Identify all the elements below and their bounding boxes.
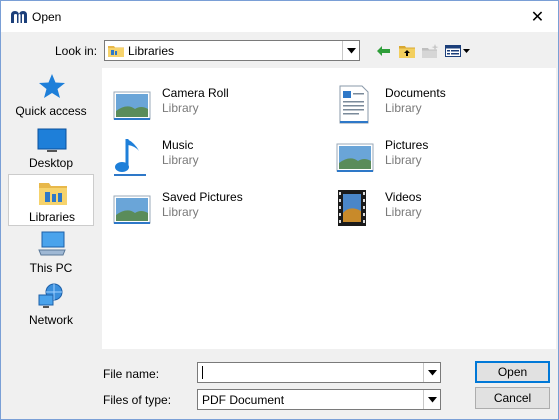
picture-library-icon bbox=[113, 195, 151, 224]
up-one-level-button[interactable] bbox=[397, 41, 417, 61]
music-note-icon bbox=[114, 139, 146, 176]
place-label: Libraries bbox=[28, 210, 76, 224]
chevron-down-icon bbox=[427, 396, 437, 402]
place-desktop[interactable]: Desktop bbox=[8, 122, 94, 174]
item-type: Library bbox=[385, 101, 422, 115]
item-type: Library bbox=[162, 205, 199, 219]
item-type: Library bbox=[385, 205, 422, 219]
window-title: Open bbox=[32, 10, 62, 24]
quick-access-star-icon bbox=[39, 74, 65, 98]
back-button[interactable] bbox=[375, 41, 393, 61]
title-bar[interactable]: Open ✕ bbox=[1, 1, 558, 32]
view-menu-button[interactable] bbox=[444, 41, 472, 61]
list-item-music[interactable]: Music Library bbox=[105, 137, 325, 181]
item-name: Saved Pictures bbox=[162, 190, 243, 204]
libraries-folder-icon bbox=[108, 46, 124, 57]
look-in-label: Look in: bbox=[55, 44, 98, 58]
text-caret bbox=[202, 366, 203, 379]
place-quick-access[interactable]: Quick access bbox=[8, 68, 94, 120]
list-item-documents[interactable]: Documents Library bbox=[328, 85, 548, 129]
this-pc-icon bbox=[38, 231, 66, 256]
list-item-camera-roll[interactable]: Camera Roll Library bbox=[105, 85, 325, 129]
place-label: Desktop bbox=[28, 156, 74, 170]
file-type-label: Files of type: bbox=[103, 393, 172, 407]
place-label: Network bbox=[28, 313, 73, 327]
file-name-dropdown-button[interactable] bbox=[423, 363, 440, 382]
look-in-value: Libraries bbox=[128, 44, 175, 58]
place-label: Quick access bbox=[15, 104, 87, 118]
place-label: This PC bbox=[29, 261, 73, 275]
item-type: Library bbox=[385, 153, 422, 167]
close-button[interactable]: ✕ bbox=[517, 1, 558, 32]
open-button[interactable]: Open bbox=[475, 361, 550, 383]
cancel-button[interactable]: Cancel bbox=[475, 387, 550, 409]
video-film-icon bbox=[338, 190, 366, 226]
place-libraries[interactable]: Libraries bbox=[8, 174, 94, 226]
chevron-down-icon bbox=[346, 47, 356, 53]
look-in-dropdown-button[interactable] bbox=[342, 41, 359, 60]
new-folder-button[interactable] bbox=[420, 41, 440, 61]
place-network[interactable]: Network bbox=[8, 280, 94, 332]
item-name: Camera Roll bbox=[162, 86, 229, 100]
picture-library-icon bbox=[336, 143, 374, 172]
item-type: Library bbox=[162, 153, 199, 167]
file-list[interactable]: Camera Roll Library Documents Library Mu… bbox=[102, 68, 556, 349]
file-type-value: PDF Document bbox=[202, 393, 285, 407]
up-folder-icon bbox=[399, 46, 415, 58]
chevron-down-icon bbox=[427, 369, 437, 375]
back-arrow-icon bbox=[377, 46, 390, 56]
file-type-combo[interactable]: PDF Document bbox=[197, 389, 441, 410]
list-item-pictures[interactable]: Pictures Library bbox=[328, 137, 548, 181]
item-name: Documents bbox=[385, 86, 446, 100]
app-logo-icon bbox=[11, 11, 27, 23]
place-this-pc[interactable]: This PC bbox=[8, 228, 94, 280]
list-item-saved-pictures[interactable]: Saved Pictures Library bbox=[105, 189, 325, 233]
picture-library-icon bbox=[113, 91, 151, 120]
places-bar: Quick access Desktop Libraries This PC N… bbox=[6, 68, 95, 415]
look-in-combo[interactable]: Libraries bbox=[104, 40, 360, 61]
network-icon bbox=[38, 283, 63, 308]
file-name-field[interactable] bbox=[197, 362, 441, 383]
list-item-videos[interactable]: Videos Library bbox=[328, 189, 548, 233]
libraries-icon bbox=[39, 183, 67, 205]
documents-library-icon bbox=[339, 85, 369, 124]
close-icon: ✕ bbox=[530, 8, 545, 26]
item-name: Pictures bbox=[385, 138, 429, 152]
desktop-icon bbox=[37, 128, 67, 152]
file-type-dropdown-button[interactable] bbox=[423, 390, 440, 409]
new-folder-icon bbox=[421, 44, 438, 58]
item-type: Library bbox=[162, 101, 199, 115]
open-dialog: Open ✕ Look in: Libraries Quick access D… bbox=[0, 0, 559, 420]
file-name-label: File name: bbox=[103, 367, 160, 381]
item-name: Videos bbox=[385, 190, 422, 204]
item-name: Music bbox=[162, 138, 194, 152]
view-menu-icon bbox=[445, 45, 470, 57]
